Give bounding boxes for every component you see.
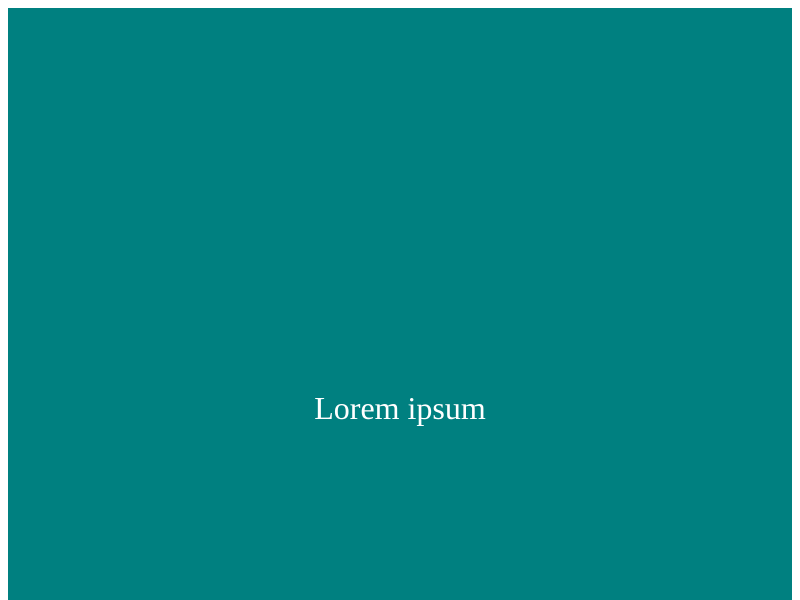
teal-canvas: Lorem ipsum — [8, 8, 792, 600]
center-text: Lorem ipsum — [314, 390, 486, 426]
